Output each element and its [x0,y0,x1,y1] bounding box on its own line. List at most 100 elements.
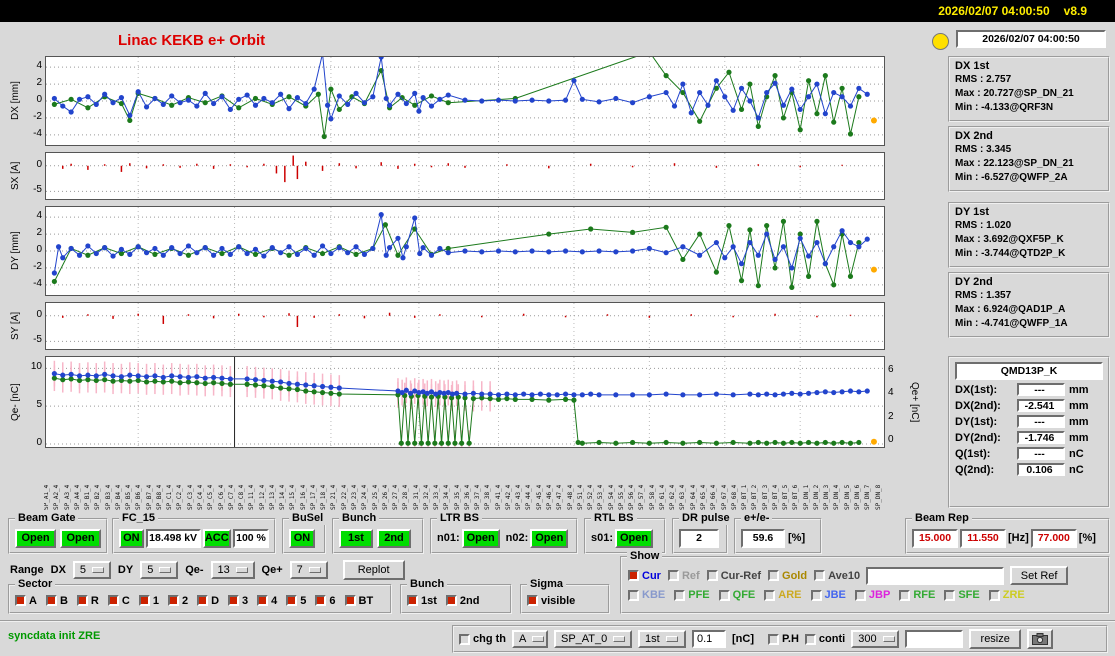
checkbox-2[interactable]: 2 [167,595,188,607]
fc15-on-button[interactable]: ON [119,528,144,548]
checkbox-6[interactable]: 6 [315,595,336,607]
checkbox-ave10[interactable]: Ave10 [814,570,860,582]
rtl-s01-open-button[interactable]: Open [615,528,654,548]
checkbox-c[interactable]: C [107,595,130,607]
checkbox-sfe[interactable]: SFE [944,589,980,601]
checkbox-indicator[interactable] [899,589,911,601]
bpm-name-label: SP_15_4 [289,484,297,510]
checkbox-indicator[interactable] [257,595,269,606]
bpm-name-label: SP_C6_4 [217,484,225,510]
ltr-n02-open-button[interactable]: Open [530,528,569,548]
chg-th-checkbox[interactable]: chg th [459,633,506,645]
checkbox-indicator[interactable] [764,589,776,601]
fc15-acc-button[interactable]: ACC [202,528,231,548]
mode-select[interactable]: A [512,630,548,648]
checkbox-5[interactable]: 5 [286,595,306,607]
checkbox-indicator[interactable] [15,595,26,606]
checkbox-label: Ave10 [828,569,861,582]
checkbox-d[interactable]: D [197,595,219,607]
checkbox-jbp[interactable]: JBP [854,589,890,601]
ph-checkbox[interactable]: P.H [768,633,799,645]
checkbox-indicator[interactable] [768,570,780,581]
checkbox-r[interactable]: R [76,595,99,607]
checkbox-indicator[interactable] [286,595,298,606]
bunch-select[interactable]: 1st [638,630,686,648]
checkbox-indicator[interactable] [718,589,730,601]
range-qe-plus-select[interactable]: 7 [289,561,328,579]
bunch-1st-button[interactable]: 1st [339,528,373,548]
app-version: v8.9 [1063,4,1087,18]
checkbox-indicator[interactable] [988,589,1000,601]
checkbox-indicator[interactable] [944,589,956,601]
checkbox-indicator[interactable] [804,633,816,645]
checkbox-indicator[interactable] [344,595,356,606]
range-dy-select[interactable]: 5 [140,561,179,579]
checkbox-indicator[interactable] [228,595,240,606]
checkbox-cur[interactable]: Cur [628,570,661,582]
checkbox-indicator[interactable] [814,570,826,581]
checkbox-indicator[interactable] [674,589,686,601]
beam-gate-open-2-button[interactable]: Open [60,528,101,548]
checkbox-jbe[interactable]: JBE [810,589,846,601]
bpm-name-label: SP_25_4 [371,484,379,510]
count-select[interactable]: 300 [851,630,900,648]
checkbox-indicator[interactable] [76,595,88,606]
conti-checkbox[interactable]: conti [804,633,845,645]
checkbox-label: Cur [642,569,661,582]
checkbox-3[interactable]: 3 [228,595,248,607]
selected-bpm-name[interactable]: QMD13P_K [955,362,1103,380]
rtl-bs-group: RTL BS s01: Open [584,512,666,554]
replot-button[interactable]: Replot [342,560,405,580]
checkbox-indicator[interactable] [667,570,679,581]
bunch-2nd-button[interactable]: 2nd [377,528,411,548]
page-title: Linac KEKB e+ Orbit [118,32,266,49]
checkbox-indicator[interactable] [407,595,418,606]
checkbox-indicator[interactable] [628,589,639,601]
checkbox-1[interactable]: 1 [138,595,159,607]
beam-gate-open-1-button[interactable]: Open [15,528,56,548]
threshold-entry[interactable]: 0.1 [692,630,726,648]
rms-value: RMS : 3.345 [955,144,1012,155]
set-ref-button[interactable]: Set Ref [1010,566,1069,585]
checkbox-indicator[interactable] [706,570,718,581]
checkbox-are[interactable]: ARE [764,589,802,601]
checkbox-ref[interactable]: Ref [667,570,700,582]
checkbox-indicator[interactable] [315,595,327,606]
resize-button[interactable]: resize [969,629,1022,649]
checkbox-1st[interactable]: 1st [407,595,437,607]
checkbox-zre[interactable]: ZRE [988,589,1025,601]
checkbox-indicator[interactable] [854,589,866,601]
checkbox-indicator[interactable] [459,633,470,645]
bpm-name-label: SP_37_4 [474,484,482,510]
checkbox-indicator[interactable] [138,595,150,606]
checkbox-indicator[interactable] [107,595,119,606]
checkbox-bt[interactable]: BT [344,595,373,607]
range-qe-minus-select[interactable]: 13 [210,561,255,579]
checkbox-2nd[interactable]: 2nd [445,595,479,607]
checkbox-kbe[interactable]: KBE [628,589,665,601]
ltr-n01-open-button[interactable]: Open [461,528,500,548]
checkbox-cur-ref[interactable]: Cur-Ref [706,570,761,582]
checkbox-gold[interactable]: Gold [768,570,807,582]
checkbox-visible[interactable]: visible [527,595,575,607]
checkbox-rfe[interactable]: RFE [899,589,935,601]
range-dx-select[interactable]: 5 [72,561,111,579]
checkbox-indicator[interactable] [768,633,779,645]
checkbox-indicator[interactable] [197,595,209,606]
checkbox-qfe[interactable]: QFE [718,589,755,601]
checkbox-4[interactable]: 4 [257,595,277,607]
checkbox-indicator[interactable] [810,589,822,601]
ref-file-entry[interactable] [866,566,1005,585]
checkbox-indicator[interactable] [45,595,57,606]
free-entry[interactable] [905,630,964,648]
busel-on-button[interactable]: ON [289,528,315,548]
screenshot-button[interactable] [1027,629,1054,649]
checkbox-indicator[interactable] [167,595,179,606]
checkbox-indicator[interactable] [527,595,538,606]
checkbox-pfe[interactable]: PFE [674,589,710,601]
checkbox-indicator[interactable] [628,570,639,581]
bpm-select[interactable]: SP_AT_0 [554,630,632,648]
checkbox-a[interactable]: A [15,595,37,607]
checkbox-indicator[interactable] [445,595,457,606]
checkbox-b[interactable]: B [45,595,68,607]
